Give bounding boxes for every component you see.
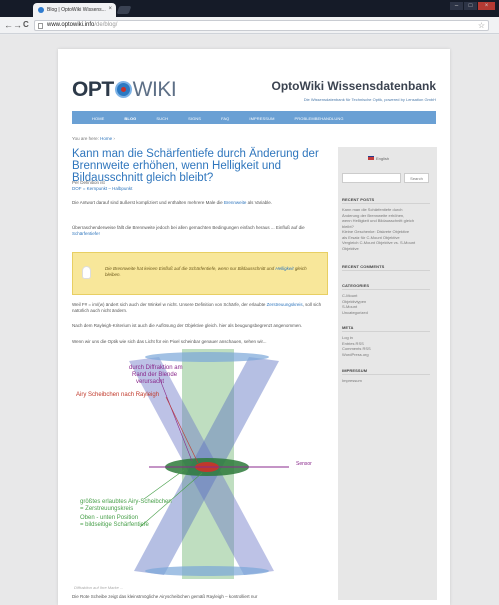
post-meta: Per Definition ist DOF = Kernpunkt – Hal… — [72, 180, 132, 192]
bookmark-star-icon[interactable]: ☆ — [478, 21, 485, 30]
menu-item-such[interactable]: SUCH — [146, 111, 178, 124]
new-tab-button[interactable] — [116, 6, 132, 14]
divider — [342, 203, 430, 204]
paragraph-3-text: Weil F# = im/(w) ändert sich auch der Wi… — [72, 302, 266, 307]
sidebar: English Search RECENT POSTS Kann man die… — [338, 147, 437, 600]
brennweite-link[interactable]: Brennweite — [224, 200, 247, 205]
menu-item-faq[interactable]: FAQ — [211, 111, 239, 124]
bottom-aperture-ellipse — [145, 566, 269, 576]
page-icon — [38, 23, 43, 29]
divider — [342, 270, 430, 271]
paragraph-2-text: Überraschenderweise fällt die Brennweite… — [72, 225, 305, 230]
menu-item-home[interactable]: HOME — [82, 111, 114, 124]
depth-of-field-diagram: Sensor durch Diffraktion am Rand der Ble… — [76, 349, 312, 579]
sensor-label: Sensor — [296, 461, 312, 467]
recent-posts-heading: RECENT POSTS — [342, 197, 375, 202]
site-tagline: Die Wissensdatenbank für Technische Opti… — [303, 97, 436, 102]
recent-posts-list: Kann man die Schärfentiefe durch Änderun… — [342, 207, 430, 251]
lightbulb-icon — [82, 266, 91, 279]
forward-icon[interactable]: → — [13, 20, 22, 30]
paragraph-5: Wenn wir uns die Optik wie sich das Lich… — [72, 339, 267, 344]
logo-wiki-text: WIKI — [132, 78, 177, 101]
divider — [342, 374, 430, 375]
impressum-heading: IMPRESSUM — [342, 368, 368, 373]
url-host: www.optowiki.info — [47, 22, 95, 28]
menu-item-signs[interactable]: SIGNS — [178, 111, 211, 124]
window-controls: – □ × — [450, 2, 495, 10]
categories-heading: CATEGORIES — [342, 283, 370, 288]
schaerfentiefe-link[interactable]: Schärfentiefe! — [72, 231, 100, 236]
paragraph-2: Überraschenderweise fällt die Brennweite… — [72, 225, 330, 237]
favicon-icon — [38, 7, 44, 13]
reload-icon[interactable]: C — [23, 20, 29, 30]
paragraph-3: Weil F# = im/(w) ändert sich auch der Wi… — [72, 302, 330, 314]
browser-toolbar: ← → C www.optowiki.info/de/blog/ ☆ — [0, 17, 499, 34]
airy-label: Airy Scheibchen nach Rayleigh — [76, 392, 159, 398]
meta-list: Log in Entries RSS Comments RSS WordPres… — [342, 335, 430, 357]
figure-caption: Diffraktion auf Ihre Marke ... — [74, 585, 124, 590]
green-label-3: Oben - unten Position — [80, 515, 138, 521]
browser-window: Blog | OptoWiki Wissens... × – □ × ← → C… — [0, 0, 499, 605]
minimize-button[interactable]: – — [450, 2, 463, 10]
logo-opt-text: OPT — [72, 78, 114, 101]
tab-title: Blog | OptoWiki Wissens... — [47, 7, 106, 13]
divider — [342, 289, 430, 290]
page-viewport[interactable]: OPT WIKI OptoWiki Wissensdatenbank Die Wi… — [0, 35, 499, 605]
diffraction-label-3: verursacht — [136, 379, 164, 385]
key-insight-box: Die Brennweite hat keinen Einfluß auf di… — [72, 252, 328, 295]
recent-post-link[interactable]: Objektive — [342, 246, 430, 252]
category-link[interactable]: Uncategorized — [342, 310, 430, 316]
menu-item-impressum[interactable]: IMPRESSUM — [239, 111, 284, 124]
maximize-button[interactable]: □ — [464, 2, 477, 10]
search-button[interactable]: Search — [404, 173, 429, 183]
window-close-button[interactable]: × — [478, 2, 495, 10]
divider — [342, 331, 430, 332]
site-title[interactable]: OptoWiki Wissensdatenbank — [272, 79, 436, 93]
note-text-start: Die Brennweite hat keinen Einfluß auf di… — [105, 266, 275, 271]
paragraph-6-line-1: Die Rote Scheibe zeigt das kleinstmöglic… — [72, 594, 258, 599]
breadcrumb-separator: › — [113, 136, 115, 141]
meta-link[interactable]: WordPress.org — [342, 352, 430, 358]
language-switcher[interactable]: English — [368, 156, 389, 161]
green-label-4: = bildseitige Schärfentiefe — [80, 522, 150, 528]
main-menu: HOME BLOG SUCH SIGNS FAQ IMPRESSUM PROBL… — [72, 111, 436, 124]
green-label-1: größtes erlaubtes Airy-Scheibchen — [80, 499, 172, 505]
helligkeit-link[interactable]: Helligkeit — [275, 266, 293, 271]
paragraph-1: Die Antwort darauf sind äußerst komplizi… — [72, 200, 330, 206]
paragraph-4: Nach dem Rayleigh-Kriterium ist auch die… — [72, 323, 303, 328]
breadcrumb: You are here: Home › — [72, 136, 115, 141]
search-input[interactable] — [342, 173, 401, 183]
tab-close-icon[interactable]: × — [108, 6, 112, 12]
meta-heading: META — [342, 325, 354, 330]
impressum-link[interactable]: Impressum — [342, 378, 430, 384]
menu-item-blog[interactable]: BLOG — [114, 111, 146, 124]
paragraph-1-text: Die Antwort darauf sind äußerst komplizi… — [72, 200, 223, 205]
menu-item-problembehandlung[interactable]: PROBLEMBEHANDLUNG — [285, 111, 354, 124]
browser-tab[interactable]: Blog | OptoWiki Wissens... × — [33, 3, 116, 17]
back-icon[interactable]: ← — [4, 20, 13, 30]
diffraction-label-1: durch Diffraktion am — [129, 365, 183, 371]
recent-comments-heading: RECENT COMMENTS — [342, 264, 385, 269]
paragraph-1-end: als Variable. — [247, 200, 273, 205]
zerstreuungskreis-link[interactable]: Zerstreuungskreis — [267, 302, 303, 307]
flag-icon — [368, 156, 374, 160]
breadcrumb-home-link[interactable]: Home — [100, 136, 112, 141]
address-bar[interactable]: www.optowiki.info/de/blog/ ☆ — [34, 20, 489, 31]
logo-eye-icon — [114, 81, 132, 98]
categories-list: C-Mount Objektivtypen S-Mount Uncategori… — [342, 293, 430, 315]
language-label: English — [376, 156, 390, 161]
paragraph-6: Die Rote Scheibe zeigt das kleinstmöglic… — [72, 594, 330, 605]
breadcrumb-prefix: You are here: — [72, 136, 99, 141]
diffraction-label-2: Rand der Blende — [132, 372, 178, 378]
tab-strip: Blog | OptoWiki Wissens... × – □ × — [0, 0, 499, 17]
green-label-2: = Zerstreuungskreis — [80, 506, 133, 512]
top-aperture-ellipse — [145, 352, 269, 362]
url-path: /de/blog/ — [94, 22, 118, 28]
web-page: OPT WIKI OptoWiki Wissensdatenbank Die Wi… — [58, 49, 450, 605]
site-logo[interactable]: OPT WIKI — [72, 78, 177, 102]
post-formula-line: DOF = Kernpunkt – Halbpunkt — [72, 186, 133, 191]
key-insight-text: Die Brennweite hat keinen Einfluß auf di… — [105, 266, 317, 278]
post-title[interactable]: Kann man die Schärfentiefe durch Änderun… — [72, 148, 332, 184]
